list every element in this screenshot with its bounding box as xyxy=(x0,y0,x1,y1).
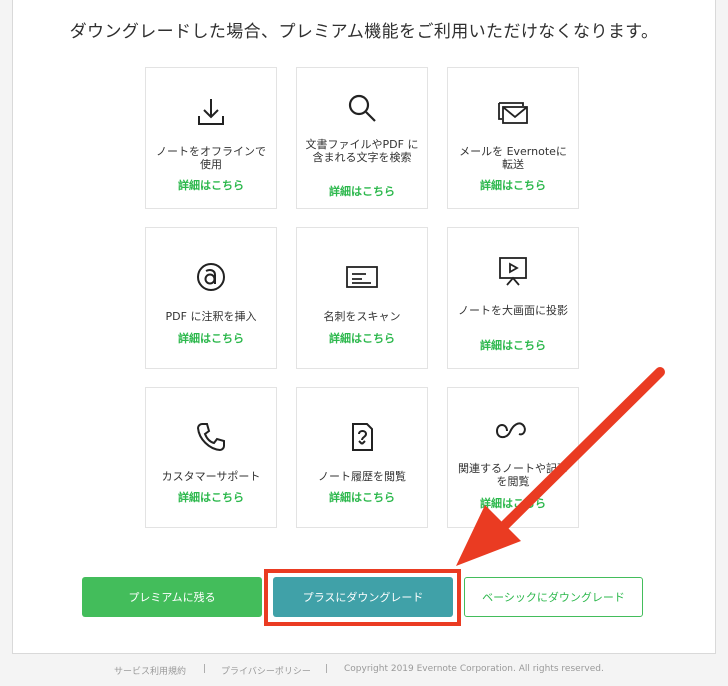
red-arrow-icon xyxy=(456,367,665,566)
footer-separator: | xyxy=(325,664,329,674)
terms-link[interactable]: サービス利用規約 xyxy=(114,664,186,677)
copyright-text: Copyright 2019 Evernote Corporation. All… xyxy=(344,664,604,674)
privacy-link[interactable]: プライバシーポリシー xyxy=(221,664,311,677)
footer: サービス利用規約 | プライバシーポリシー | Copyright 2019 E… xyxy=(0,664,728,680)
footer-separator: | xyxy=(203,664,207,674)
